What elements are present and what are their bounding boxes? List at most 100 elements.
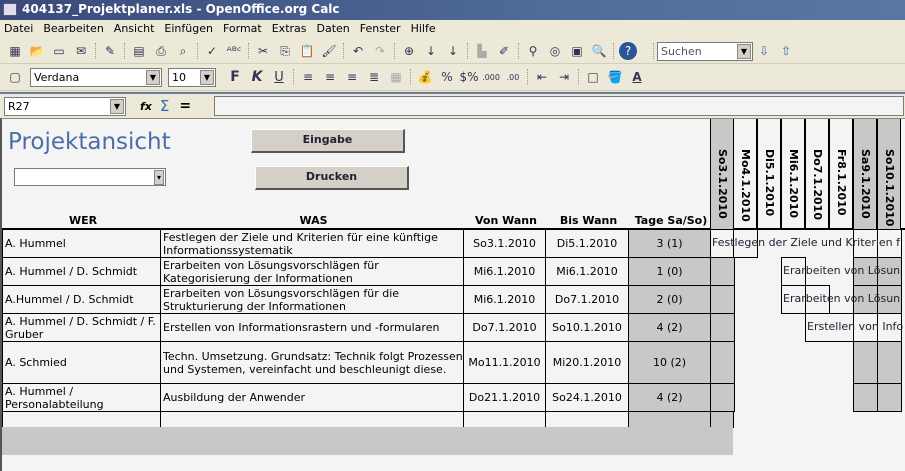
font-color-icon[interactable]: A (628, 68, 646, 86)
justify-icon[interactable]: ≣ (365, 68, 383, 86)
search-input[interactable]: Suchen ▼ (657, 41, 753, 61)
menu-bearbeiten[interactable]: Bearbeiten (43, 22, 103, 39)
menu-extras[interactable]: Extras (272, 22, 307, 39)
gantt-cell[interactable] (853, 383, 878, 412)
navigator-icon[interactable]: ◎ (546, 42, 564, 60)
cell-von[interactable]: Mi6.1.2010 (463, 257, 546, 286)
gantt-cell[interactable] (710, 383, 735, 412)
project-select[interactable]: ▾ (14, 168, 166, 186)
undo-icon[interactable]: ↶ (349, 42, 367, 60)
hyperlink-icon[interactable]: ⊕ (400, 42, 418, 60)
gantt-cell[interactable] (877, 341, 902, 384)
redo-icon[interactable]: ↷ (371, 42, 389, 60)
email-icon[interactable]: ✉ (72, 42, 90, 60)
cell-von[interactable]: Do7.1.2010 (463, 313, 546, 342)
find-previous-icon[interactable]: ⇧ (777, 42, 795, 60)
align-left-icon[interactable]: ≡ (299, 68, 317, 86)
drucken-button[interactable]: Drucken (255, 166, 409, 190)
cell-was[interactable]: Erarbeiten von Lösungsvorschlägen für di… (160, 285, 464, 314)
cell-was[interactable]: Techn. Umsetzung. Grundsatz: Technik fol… (160, 341, 464, 384)
cell-von[interactable]: Mo11.1.2010 (463, 341, 546, 384)
font-size-select[interactable]: 10 ▼ (168, 67, 216, 87)
gantt-cell[interactable] (710, 341, 735, 384)
merge-cells-icon[interactable]: ▦ (387, 68, 405, 86)
cell-wer[interactable]: A. Hummel / Personalabteilung (2, 383, 162, 412)
gantt-cell[interactable] (877, 383, 902, 412)
export-pdf-icon[interactable]: ▤ (130, 42, 148, 60)
chevron-down-icon[interactable]: ▾ (154, 170, 164, 185)
gantt-cell[interactable] (710, 313, 735, 342)
font-name-select[interactable]: Verdana ▼ (30, 67, 162, 87)
sort-ascending-icon[interactable]: ↓ (422, 42, 440, 60)
align-right-icon[interactable]: ≡ (343, 68, 361, 86)
menu-daten[interactable]: Daten (317, 22, 350, 39)
function-wizard-icon[interactable]: fx (140, 100, 152, 113)
cell-bis[interactable]: Mi6.1.2010 (545, 257, 629, 286)
autospellcheck-icon[interactable]: ᴬᴮᶜ (225, 42, 243, 60)
cell-was[interactable]: Erarbeiten von Lösungsvorschlägen für Ka… (160, 257, 464, 286)
gantt-cell[interactable] (710, 285, 735, 314)
bold-button[interactable]: F (226, 68, 244, 86)
cell-tage[interactable]: 3 (1) (628, 229, 711, 258)
cell-bis[interactable]: So24.1.2010 (545, 383, 629, 412)
cell-bis[interactable]: Do7.1.2010 (545, 285, 629, 314)
formula-input[interactable] (214, 96, 904, 116)
chevron-down-icon[interactable]: ▼ (200, 69, 214, 85)
menu-hilfe[interactable]: Hilfe (411, 22, 436, 39)
find-replace-icon[interactable]: ⚲ (524, 42, 542, 60)
open-icon[interactable]: 📂 (28, 42, 46, 60)
italic-button[interactable]: K (248, 68, 266, 86)
chevron-down-icon[interactable]: ▼ (146, 69, 160, 85)
spreadsheet-grid[interactable]: Projektansicht ▾ Eingabe Drucken WER WAS… (0, 118, 905, 471)
edit-file-icon[interactable]: ✎ (101, 42, 119, 60)
cell-bis[interactable]: So10.1.2010 (545, 313, 629, 342)
format-paintbrush-icon[interactable]: 🖌 (320, 42, 338, 60)
help-icon[interactable]: ? (619, 42, 637, 60)
cell-bis[interactable]: Mi20.1.2010 (545, 341, 629, 384)
sum-icon[interactable]: Σ (160, 97, 169, 115)
styles-icon[interactable]: ▢ (6, 68, 24, 86)
cell-tage[interactable]: 2 (0) (628, 285, 711, 314)
menu-fenster[interactable]: Fenster (360, 22, 401, 39)
cell-wer[interactable]: A. Hummel (2, 229, 162, 258)
print-icon[interactable]: ⎙ (152, 42, 170, 60)
paste-icon[interactable]: 📋 (298, 42, 316, 60)
find-next-icon[interactable]: ⇩ (755, 42, 773, 60)
sort-descending-icon[interactable]: ↓ (444, 42, 462, 60)
currency-format-icon[interactable]: 💰 (416, 68, 434, 86)
align-center-icon[interactable]: ≡ (321, 68, 339, 86)
menu-format[interactable]: Format (223, 22, 262, 39)
new-document-icon[interactable]: ▦ (6, 42, 24, 60)
cell-wer[interactable]: A.Hummel / D. Schmidt (2, 285, 162, 314)
cell-von[interactable]: Mi6.1.2010 (463, 285, 546, 314)
gantt-cell[interactable] (710, 257, 735, 286)
borders-icon[interactable]: □ (584, 68, 602, 86)
cut-icon[interactable]: ✂ (254, 42, 272, 60)
cell-von[interactable]: So3.1.2010 (463, 229, 546, 258)
function-icon[interactable]: = (179, 98, 191, 114)
cell-wer[interactable]: A. Hummel / D. Schmidt / F. Gruber (2, 313, 162, 342)
copy-icon[interactable]: ⎘ (276, 42, 294, 60)
save-icon[interactable]: ▭ (50, 42, 68, 60)
spellcheck-icon[interactable]: ✓ (203, 42, 221, 60)
decrease-indent-icon[interactable]: ⇤ (533, 68, 551, 86)
menu-ansicht[interactable]: Ansicht (114, 22, 155, 39)
cell-was[interactable]: Festlegen der Ziele und Kriterien für ei… (160, 229, 464, 258)
standard-format-icon[interactable]: $% (459, 68, 478, 86)
insert-chart-icon[interactable]: ▙ (473, 42, 491, 60)
underline-button[interactable]: U (270, 68, 288, 86)
percent-format-icon[interactable]: % (438, 68, 456, 86)
cell-tage[interactable]: 10 (2) (628, 341, 711, 384)
menu-datei[interactable]: Datei (4, 22, 33, 39)
increase-indent-icon[interactable]: ⇥ (555, 68, 573, 86)
cell-tage[interactable]: 4 (2) (628, 313, 711, 342)
eingabe-button[interactable]: Eingabe (251, 129, 405, 153)
cell-wer[interactable]: A. Schmied (2, 341, 162, 384)
cell-von[interactable]: Do21.1.2010 (463, 383, 546, 412)
add-decimal-icon[interactable]: .000 (482, 68, 500, 86)
menu-einfuegen[interactable]: Einfügen (164, 22, 213, 39)
chevron-down-icon[interactable]: ▼ (737, 43, 751, 59)
gantt-cell[interactable] (853, 341, 878, 384)
cell-was[interactable]: Ausbildung der Anwender (160, 383, 464, 412)
draw-functions-icon[interactable]: ✐ (495, 42, 513, 60)
